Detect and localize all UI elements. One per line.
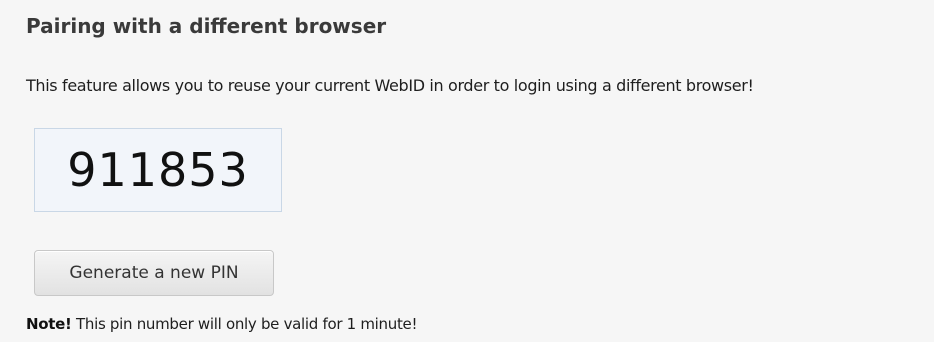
feature-description: This feature allows you to reuse your cu… [26,76,754,95]
pin-display: 911853 [34,128,282,212]
generate-pin-button[interactable]: Generate a new PIN [34,250,274,296]
validity-note: Note! This pin number will only be valid… [26,315,417,333]
note-text: This pin number will only be valid for 1… [76,315,418,333]
note-label: Note! [26,315,72,333]
section-title: Pairing with a different browser [26,14,387,38]
pairing-panel: Pairing with a different browser This fe… [0,0,934,342]
pin-number: 911853 [67,143,249,197]
